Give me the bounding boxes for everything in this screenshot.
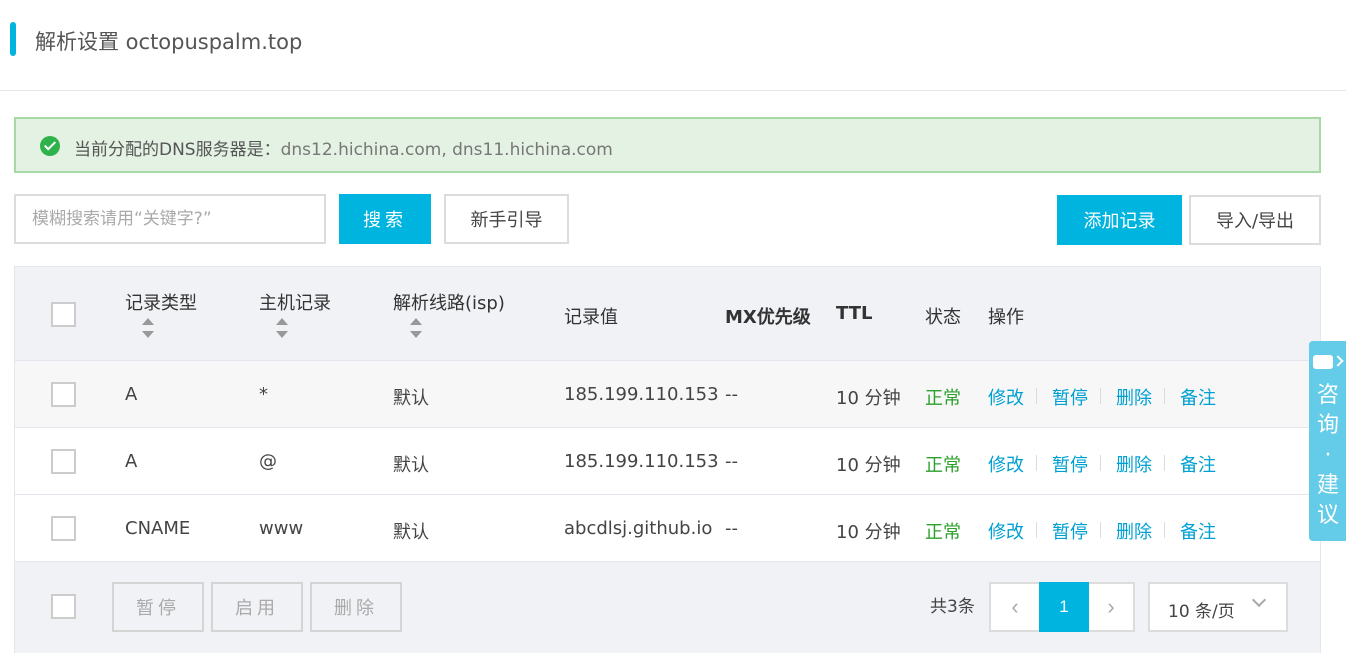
action-divider	[1036, 455, 1037, 471]
row-checkbox[interactable]	[51, 516, 76, 541]
action-divider	[1100, 455, 1101, 471]
chevron-down-icon	[1251, 592, 1267, 608]
delete-link[interactable]: 删除	[1116, 384, 1152, 410]
resolution-line: 默认	[393, 522, 429, 543]
chevron-right-icon	[1332, 355, 1344, 367]
action-divider	[1100, 522, 1101, 538]
host-record: *	[259, 384, 268, 405]
check-circle-icon	[40, 136, 60, 156]
mx-priority: --	[725, 384, 738, 405]
consult-feedback-label: 咨询·建议	[1316, 383, 1339, 528]
mx-priority: --	[725, 518, 738, 539]
header-ttl: TTL	[836, 303, 873, 324]
pause-link[interactable]: 暂停	[1052, 451, 1088, 477]
pause-link[interactable]: 暂停	[1052, 384, 1088, 410]
table-row: CNAME www 默认 abcdlsj.github.io -- 10 分钟 …	[15, 495, 1320, 562]
table-header: 记录类型 主机记录 解析线路(isp) 记录值 MX优先级 TTL 状态 操作	[15, 267, 1320, 361]
action-divider	[1164, 388, 1165, 404]
delete-link[interactable]: 删除	[1116, 451, 1152, 477]
header-line: 解析线路(isp)	[393, 293, 505, 314]
header-mx-priority: MX优先级	[725, 307, 811, 328]
header-record-value: 记录值	[564, 307, 618, 328]
header-actions: 操作	[988, 307, 1024, 328]
edit-link[interactable]: 修改	[988, 451, 1024, 477]
note-link[interactable]: 备注	[1180, 384, 1216, 410]
add-record-button[interactable]: 添加记录	[1057, 195, 1182, 245]
bulk-pause-button[interactable]: 暂停	[112, 582, 204, 632]
footer-select-all-checkbox[interactable]	[51, 594, 76, 619]
delete-link[interactable]: 删除	[1116, 518, 1152, 544]
pagination: ‹ 1 ›	[989, 582, 1135, 632]
prev-page-button[interactable]: ‹	[991, 584, 1039, 630]
ttl-value: 10 分钟	[836, 388, 901, 409]
status-badge: 正常	[925, 388, 961, 409]
sort-line-icon[interactable]	[410, 318, 422, 340]
page-size-select[interactable]: 10 条/页	[1148, 582, 1288, 632]
sort-host-icon[interactable]	[276, 318, 288, 340]
header-record-type: 记录类型	[125, 293, 197, 314]
ttl-value: 10 分钟	[836, 522, 901, 543]
search-button[interactable]: 搜索	[339, 194, 431, 244]
pause-link[interactable]: 暂停	[1052, 518, 1088, 544]
search-input[interactable]	[14, 194, 326, 244]
dns-server-list: dns12.hichina.com, dns11.hichina.com	[280, 140, 613, 160]
header-accent-bar	[10, 22, 16, 56]
status-badge: 正常	[925, 522, 961, 543]
table-row: A * 默认 185.199.110.153 -- 10 分钟 正常 修改 暂停…	[15, 361, 1320, 428]
select-all-checkbox[interactable]	[51, 302, 76, 327]
sort-record-type-icon[interactable]	[142, 318, 154, 340]
edit-link[interactable]: 修改	[988, 518, 1024, 544]
mx-priority: --	[725, 451, 738, 472]
action-divider	[1164, 522, 1165, 538]
next-page-button[interactable]: ›	[1087, 584, 1135, 630]
record-value: 185.199.110.153	[564, 451, 719, 472]
import-export-button[interactable]: 导入/导出	[1189, 195, 1321, 245]
action-divider	[1036, 522, 1037, 538]
action-divider	[1100, 388, 1101, 404]
total-count: 共3条	[930, 597, 975, 617]
chat-icon	[1313, 355, 1333, 369]
record-type: A	[125, 384, 138, 405]
resolution-line: 默认	[393, 455, 429, 476]
row-checkbox[interactable]	[51, 449, 76, 474]
bulk-enable-button[interactable]: 启用	[211, 582, 303, 632]
host-record: @	[259, 451, 277, 472]
action-divider	[1036, 388, 1037, 404]
table-row: A @ 默认 185.199.110.153 -- 10 分钟 正常 修改 暂停…	[15, 428, 1320, 495]
resolution-line: 默认	[393, 388, 429, 409]
row-checkbox[interactable]	[51, 382, 76, 407]
current-page-button[interactable]: 1	[1039, 582, 1089, 632]
dns-notice-text: 当前分配的DNS服务器是：dns12.hichina.com, dns11.hi…	[74, 135, 613, 160]
host-record: www	[259, 518, 304, 539]
edit-link[interactable]: 修改	[988, 384, 1024, 410]
dns-records-table: 记录类型 主机记录 解析线路(isp) 记录值 MX优先级 TTL 状态 操作 …	[14, 266, 1321, 653]
bulk-delete-button[interactable]: 删除	[310, 582, 402, 632]
record-type: CNAME	[125, 518, 191, 539]
page-header: 解析设置 octopuspalm.top	[0, 0, 1346, 91]
header-host: 主机记录	[259, 293, 331, 314]
consult-feedback-widget[interactable]: 咨询·建议	[1309, 341, 1346, 541]
action-divider	[1164, 455, 1165, 471]
record-type: A	[125, 451, 138, 472]
record-value: 185.199.110.153	[564, 384, 719, 405]
status-badge: 正常	[925, 455, 961, 476]
dns-notice-prefix: 当前分配的DNS服务器是：	[74, 140, 281, 160]
note-link[interactable]: 备注	[1180, 518, 1216, 544]
page-title: 解析设置 octopuspalm.top	[35, 30, 303, 54]
beginner-guide-button[interactable]: 新手引导	[444, 194, 569, 244]
note-link[interactable]: 备注	[1180, 451, 1216, 477]
ttl-value: 10 分钟	[836, 455, 901, 476]
dns-notice-banner: 当前分配的DNS服务器是：dns12.hichina.com, dns11.hi…	[14, 117, 1321, 173]
page-size-value: 10 条/页	[1168, 602, 1235, 622]
table-footer: 暂停 启用 删除 共3条 ‹ 1 › 10 条/页	[15, 562, 1320, 653]
record-value: abcdlsj.github.io	[564, 518, 713, 539]
header-status: 状态	[925, 307, 961, 328]
